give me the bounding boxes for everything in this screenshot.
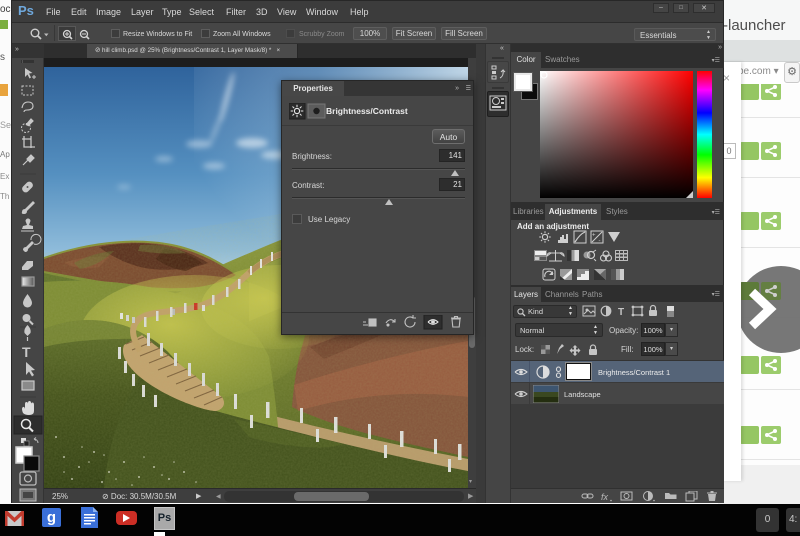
svg-text:fx: fx: [601, 492, 609, 502]
svg-text:-: -: [599, 239, 601, 245]
svg-text:T: T: [22, 344, 31, 360]
svg-text:T: T: [618, 307, 624, 318]
svg-text:+: +: [592, 233, 596, 239]
